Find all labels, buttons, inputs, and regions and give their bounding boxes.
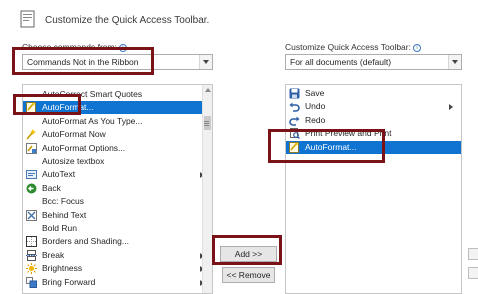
left-list-scrollbar[interactable] [202, 85, 212, 293]
back-arrow-icon [26, 183, 37, 194]
borders-icon [26, 236, 37, 248]
annotation-box-add-button [212, 235, 282, 265]
right-list-item[interactable]: Redo [286, 114, 461, 127]
left-list-item-label: Brightness [42, 263, 83, 274]
save-icon [289, 88, 300, 99]
left-list-item[interactable]: Bold Run [23, 222, 212, 235]
left-list-item-label: AutoFormat As You Type... [42, 115, 143, 126]
annotation-box-dropdown [12, 47, 154, 75]
autotext-icon [26, 169, 37, 180]
left-list-item-label: Borders and Shading... [42, 236, 129, 247]
scrollbar-grip [204, 123, 209, 124]
autoformat-now-icon [26, 129, 37, 140]
toolbar-commands-list[interactable]: Save Undo Redo Print Preview and Print AutoF… [285, 84, 462, 294]
blank-icon [26, 223, 37, 234]
annotation-box-autoformat-left [13, 94, 81, 115]
left-list-item[interactable]: Autosize textbox [23, 155, 212, 168]
redo-icon [289, 115, 300, 126]
scrollbar-grip [204, 125, 209, 126]
left-list-item-label: AutoFormat Options... [42, 142, 126, 153]
move-down-button[interactable] [468, 267, 478, 279]
remove-button-label: << Remove [226, 270, 271, 280]
customize-toolbar-value: For all documents (default) [290, 57, 392, 67]
scrollbar-grip [204, 121, 209, 122]
left-list-item[interactable]: Bcc: Focus [23, 195, 212, 208]
left-list-item-label: Back [42, 182, 61, 193]
customize-toolbar-label-text: Customize Quick Access Toolbar: [285, 42, 411, 52]
left-list-item[interactable]: Behind Text [23, 209, 212, 222]
left-list-item-label: AutoFormat Now [42, 129, 106, 140]
right-list-item-label: Undo [305, 101, 326, 112]
brightness-icon [26, 263, 37, 275]
left-list-item[interactable]: AutoFormat As You Type... [23, 115, 212, 128]
blank-icon [26, 116, 37, 127]
bring-forward-icon [26, 276, 37, 288]
left-list-item[interactable]: AutoText [23, 168, 212, 181]
available-commands-list[interactable]: AutoCorrect Smart Quotes AutoFormat... Aut… [22, 84, 213, 294]
chevron-down-icon[interactable] [199, 55, 212, 69]
left-list-item[interactable]: Borders and Shading... [23, 235, 212, 248]
customize-page-icon [20, 10, 36, 28]
right-list-item[interactable]: Undo [286, 100, 461, 113]
right-list-item[interactable]: Save [286, 87, 461, 100]
autoformat-options-icon [26, 142, 37, 154]
left-list-item[interactable]: Back [23, 182, 212, 195]
left-list-item[interactable]: AutoFormat Options... [23, 142, 212, 155]
right-list-item-label: Redo [305, 114, 326, 125]
behind-text-icon [26, 209, 37, 221]
left-list-item[interactable]: AutoFormat Now [23, 128, 212, 141]
scroll-up-icon[interactable] [205, 88, 211, 92]
right-list-item-label: Save [305, 88, 325, 98]
customize-toolbar-label: Customize Quick Access Toolbar: i [285, 42, 421, 52]
left-list-item-label: Bcc: Focus [42, 196, 85, 207]
left-list-item-label: AutoText [42, 169, 76, 180]
annotation-box-autoformat-right [268, 129, 385, 163]
left-list-item-label: Autosize textbox [42, 156, 105, 166]
customize-toolbar-dropdown[interactable]: For all documents (default) [285, 54, 462, 70]
remove-button[interactable]: << Remove [222, 267, 275, 283]
left-list-item[interactable]: Brightness [23, 262, 212, 275]
info-icon[interactable]: i [412, 43, 421, 52]
undo-icon [289, 101, 300, 113]
submenu-arrow-icon [449, 104, 453, 111]
left-list-item[interactable]: Break [23, 249, 212, 262]
left-list-item-label: Bold Run [42, 223, 77, 233]
blank-icon [26, 156, 37, 167]
move-up-button[interactable] [468, 248, 478, 260]
break-icon [26, 249, 37, 261]
chevron-down-icon[interactable] [448, 55, 461, 69]
left-list-item-label: Behind Text [42, 209, 87, 220]
page-title: Customize the Quick Access Toolbar. [45, 15, 210, 26]
blank-icon [26, 196, 37, 207]
left-list-item-label: Break [42, 249, 65, 260]
